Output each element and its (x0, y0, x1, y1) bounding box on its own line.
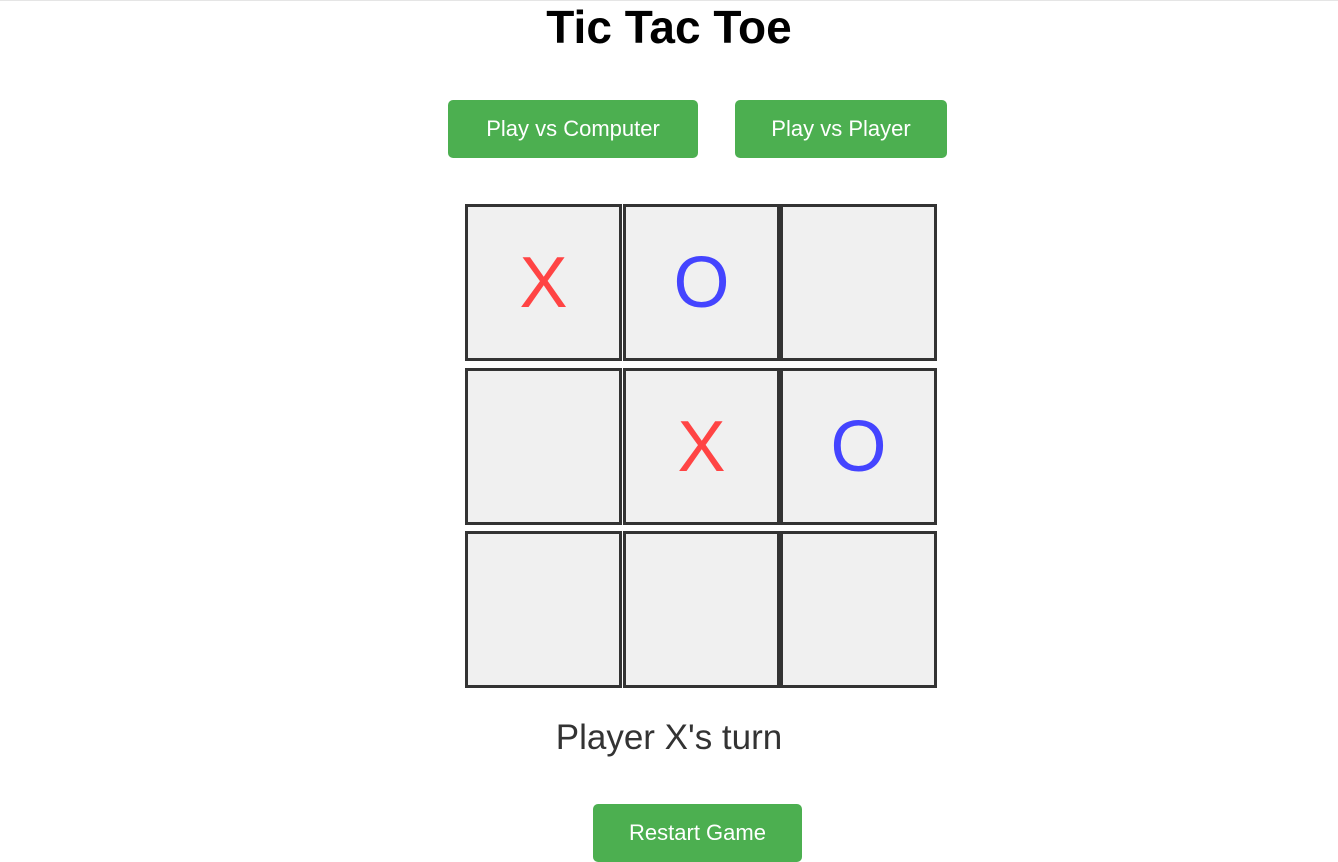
cell-mark: X (677, 406, 726, 487)
restart-game-button[interactable]: Restart Game (593, 804, 802, 862)
board-cell-7[interactable] (465, 531, 622, 688)
board-cell-6[interactable]: O (780, 368, 937, 525)
game-page: Tic Tac Toe Play vs Computer Play vs Pla… (0, 0, 1338, 862)
play-vs-computer-button[interactable]: Play vs Computer (448, 100, 698, 158)
board-cell-2[interactable]: O (623, 204, 780, 361)
cell-mark: O (673, 242, 730, 323)
board-cell-4[interactable] (465, 368, 622, 525)
board-cell-9[interactable] (780, 531, 937, 688)
play-vs-player-button[interactable]: Play vs Player (735, 100, 947, 158)
cell-mark: O (830, 406, 887, 487)
status-text: Player X's turn (555, 718, 783, 757)
page-title: Tic Tac Toe (546, 1, 792, 53)
board-cell-1[interactable]: X (465, 204, 622, 361)
board-cell-3[interactable] (780, 204, 937, 361)
cell-mark: X (519, 242, 568, 323)
mode-buttons: Play vs Computer Play vs Player (0, 100, 1338, 158)
board-cell-8[interactable] (623, 531, 780, 688)
board-cell-5[interactable]: X (623, 368, 780, 525)
game-board: X O X O (465, 204, 937, 688)
